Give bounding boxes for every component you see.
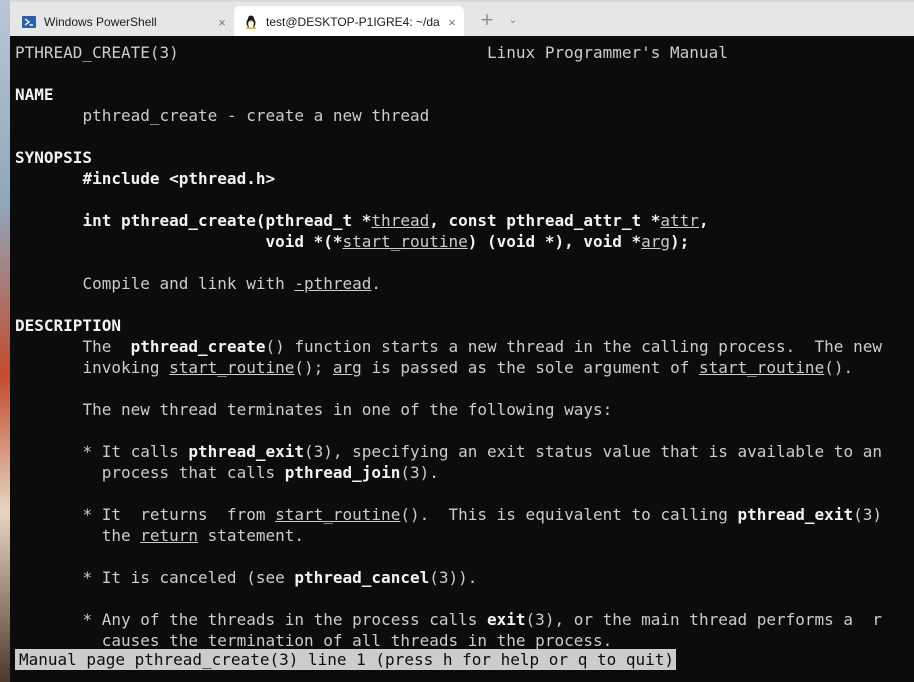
name-text: pthread_create - create a new thread: [82, 106, 430, 125]
synopsis-prototype-line1: int pthread_create(pthread_t *thread, co…: [82, 211, 709, 230]
close-tab-icon[interactable]: ×: [210, 15, 234, 30]
section-heading-description: DESCRIPTION: [15, 316, 121, 335]
description-line2: invoking start_routine(); arg is passed …: [82, 358, 854, 377]
chevron-down-icon[interactable]: ⌄: [504, 9, 522, 31]
man-header-left: PTHREAD_CREATE(3): [15, 43, 179, 62]
synopsis-prototype-line2: void *(*start_routine) (void *), void *a…: [265, 232, 690, 251]
description-terminate-intro: The new thread terminates in one of the …: [82, 400, 613, 419]
bullet-return-line2: the return statement.: [82, 526, 304, 545]
tab-ubuntu-shell[interactable]: test@DESKTOP-P1IGRE4: ~/data ×: [234, 6, 464, 38]
tab-title: Windows PowerShell: [44, 15, 157, 29]
bullet-process-exit-line1: * Any of the threads in the process call…: [82, 610, 882, 629]
tab-windows-powershell[interactable]: Windows PowerShell ×: [12, 6, 234, 38]
synopsis-compile-note: Compile and link with -pthread.: [82, 274, 382, 293]
man-header: PTHREAD_CREATE(3) Linux Programmer's Man…: [15, 42, 728, 63]
man-header-center: Linux Programmer's Manual: [487, 43, 728, 62]
terminal-output[interactable]: PTHREAD_CREATE(3) Linux Programmer's Man…: [10, 36, 914, 682]
bullet-return-line1: * It returns from start_routine(). This …: [82, 505, 882, 524]
new-tab-button[interactable]: +: [476, 9, 498, 31]
bullet-process-exit-line2: causes the termination of all threads in…: [82, 631, 613, 650]
pager-status-line: Manual page pthread_create(3) line 1 (pr…: [15, 649, 677, 670]
section-heading-synopsis: SYNOPSIS: [15, 148, 93, 167]
description-line1: The pthread_create() function starts a n…: [82, 337, 882, 356]
bullet-canceled: * It is canceled (see pthread_cancel(3))…: [82, 568, 478, 587]
tab-bar: Windows PowerShell × test@DESKTOP-P1IGRE…: [10, 0, 914, 38]
section-heading-name: NAME: [15, 85, 54, 104]
synopsis-include: #include <pthread.h>: [82, 169, 276, 188]
linux-penguin-icon: [244, 15, 258, 29]
close-tab-icon[interactable]: ×: [440, 15, 464, 30]
terminal-window: Windows PowerShell × test@DESKTOP-P1IGRE…: [0, 0, 914, 682]
desktop-background: [0, 0, 10, 682]
powershell-icon: [22, 15, 36, 29]
bullet-exit-line2: process that calls pthread_join(3).: [82, 463, 439, 482]
tab-title: test@DESKTOP-P1IGRE4: ~/data: [266, 15, 440, 29]
bullet-exit-line1: * It calls pthread_exit(3), specifying a…: [82, 442, 882, 461]
